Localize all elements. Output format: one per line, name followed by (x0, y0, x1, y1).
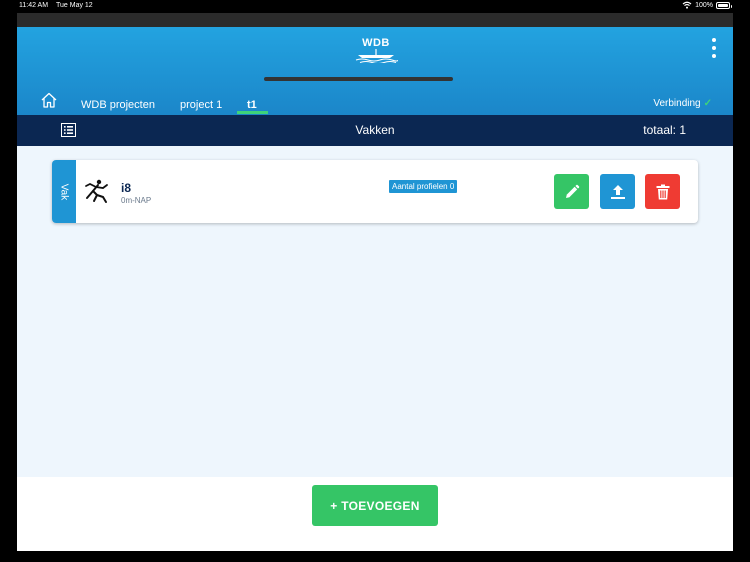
home-icon[interactable] (40, 92, 58, 108)
app-window: WDB WDB projecten project 1 t1 Verbindin… (17, 13, 733, 551)
wifi-icon (682, 1, 692, 9)
item-side-tab: Vak (52, 160, 76, 223)
edit-button[interactable] (554, 174, 589, 209)
item-type-label: Vak (58, 183, 70, 200)
section-bar: Vakken totaal: 1 (17, 115, 733, 146)
app-logo: WDB (354, 37, 399, 68)
battery-percent: 100% (695, 1, 713, 9)
trash-icon (656, 184, 669, 199)
tab-t1[interactable]: t1 (247, 99, 257, 111)
profile-count-badge: Aantal profielen 0 (389, 180, 458, 193)
item-subtitle: 0m-NAP (121, 196, 152, 205)
status-time: 11:42 AM (19, 2, 49, 9)
status-date: Tue May 12 (56, 2, 93, 9)
more-menu-icon[interactable] (707, 36, 721, 60)
delete-button[interactable] (645, 174, 680, 209)
logo-text: WDB (362, 37, 390, 49)
section-title: Vakken (355, 123, 395, 137)
active-tab-indicator (237, 111, 268, 114)
tab-project-1[interactable]: project 1 (180, 99, 222, 111)
add-button[interactable]: + TOEVOEGEN (312, 485, 438, 526)
footer-bar: + TOEVOEGEN (17, 477, 733, 551)
list-item[interactable]: Vak i8 0m-NAP Aantal profielen 0 (52, 160, 698, 223)
status-right: 100% (682, 1, 732, 9)
app-header: WDB WDB projecten project 1 t1 Verbindin… (17, 27, 733, 115)
home-indicator[interactable] (264, 77, 453, 81)
top-strip (17, 13, 733, 27)
status-bar: 11:42 AM Tue May 12 100% (0, 0, 750, 13)
tab-wdb-projecten[interactable]: WDB projecten (81, 99, 155, 111)
figure-icon (85, 179, 108, 203)
connection-label: Verbinding (653, 98, 701, 109)
battery-icon (716, 1, 732, 9)
connection-status: Verbinding ✓ (653, 98, 712, 109)
total-count: totaal: 1 (643, 123, 686, 137)
pencil-icon (565, 184, 579, 198)
item-name: i8 (121, 181, 132, 195)
check-icon: ✓ (703, 98, 712, 109)
logo-waves-icon (355, 49, 399, 64)
upload-icon (610, 184, 625, 199)
upload-button[interactable] (600, 174, 635, 209)
breadcrumb-nav: WDB projecten project 1 t1 Verbinding ✓ (17, 83, 733, 115)
